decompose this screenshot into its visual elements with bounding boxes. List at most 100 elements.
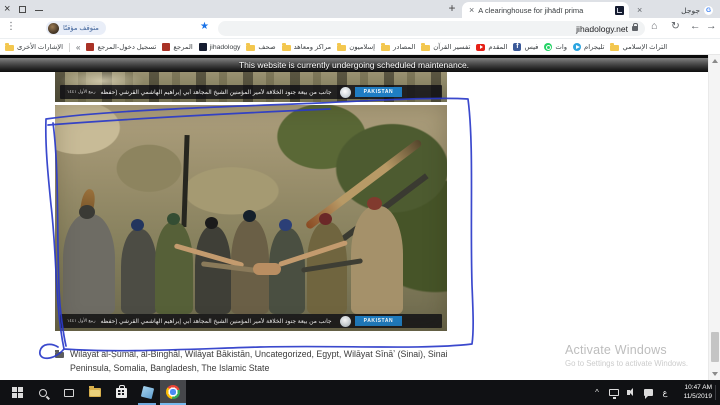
bookmark-item[interactable]: fفيس bbox=[513, 43, 538, 51]
back-icon[interactable]: → bbox=[706, 20, 717, 32]
bookmarks-overflow-chevron[interactable]: « bbox=[76, 43, 80, 52]
rpg-launcher-tube bbox=[321, 173, 428, 256]
taskbar-clock[interactable]: 10:47 AM 11/5/2019 bbox=[684, 384, 712, 401]
bookmark-item[interactable]: التراث الإسلامي bbox=[610, 43, 667, 51]
bookmark-item[interactable]: المقدم bbox=[476, 43, 507, 51]
fighter-head bbox=[243, 210, 256, 222]
tab-title: جوجل bbox=[650, 6, 700, 15]
caption-date-stamp: ربيع الأول ١٤٤١ bbox=[67, 89, 96, 95]
window-close-icon[interactable]: × bbox=[4, 1, 10, 17]
network-tray-button[interactable] bbox=[606, 380, 622, 405]
chrome-icon bbox=[166, 385, 180, 399]
profile-chip[interactable]: متوقف مؤقتًا bbox=[46, 21, 106, 35]
fighter-head bbox=[319, 213, 332, 225]
media-emblem-icon bbox=[340, 87, 351, 98]
store-bag-icon bbox=[116, 388, 127, 398]
bookmark-star-icon[interactable]: ★ bbox=[200, 21, 209, 32]
bookmark-item[interactable]: jihadology bbox=[199, 43, 241, 51]
reload-icon[interactable]: ↻ bbox=[671, 20, 680, 32]
fighter-arm bbox=[301, 258, 363, 273]
bookmark-item[interactable]: مراكز ومعاهد bbox=[282, 43, 332, 51]
bookmark-item[interactable]: وات bbox=[544, 43, 567, 51]
fighter-figure bbox=[195, 226, 231, 314]
file-explorer-button[interactable] bbox=[84, 380, 106, 405]
bookmark-label: المقدم bbox=[488, 43, 507, 51]
window-minimize-icon[interactable] bbox=[35, 10, 43, 11]
post-photo-upper[interactable]: ربيع الأول ١٤٤١ جانب من بيعة جنود الخلاف… bbox=[55, 72, 447, 102]
new-tab-button[interactable]: + bbox=[444, 0, 460, 16]
file-explorer-icon bbox=[89, 388, 101, 397]
chrome-taskbar-button[interactable] bbox=[160, 380, 186, 405]
google-g-icon: G bbox=[704, 6, 713, 15]
desktop-screen: × + × A clearinghouse for jihādī prima ×… bbox=[0, 0, 720, 405]
profile-avatar bbox=[48, 23, 59, 34]
joined-hands bbox=[253, 263, 281, 275]
lock-icon[interactable] bbox=[632, 26, 638, 31]
browser-tab-strip: × + × A clearinghouse for jihādī prima ×… bbox=[0, 0, 720, 18]
fighter-head bbox=[367, 197, 382, 210]
start-button[interactable] bbox=[6, 380, 28, 405]
bookmarks-bar: الإشارات الأخرى « تسجيل دخول-المرجع المر… bbox=[0, 40, 720, 55]
tab-close-icon[interactable]: × bbox=[469, 5, 474, 15]
rpg-launcher bbox=[305, 138, 423, 230]
folder-icon bbox=[381, 45, 390, 51]
category-links-text[interactable]: Wilāyat al-Ṣūmāl, al-Binghāl, Wilāyat Bā… bbox=[70, 348, 459, 375]
scrollbar-down-icon[interactable] bbox=[712, 372, 718, 376]
bookmark-item[interactable]: تفسير القرآن bbox=[421, 43, 470, 51]
taskbar-search-button[interactable] bbox=[32, 380, 54, 405]
bookmark-item[interactable]: المرجع bbox=[162, 43, 192, 51]
tray-chevron-button[interactable]: ^ bbox=[590, 380, 604, 405]
bookmark-item[interactable]: تليجرام bbox=[573, 43, 604, 51]
window-controls: × bbox=[4, 1, 43, 17]
bookmark-item[interactable]: المصادر bbox=[381, 43, 415, 51]
photos-app-button[interactable] bbox=[136, 380, 158, 405]
facebook-icon: f bbox=[513, 43, 521, 51]
volume-tray-button[interactable] bbox=[622, 380, 638, 405]
forward-icon[interactable]: ← bbox=[690, 20, 701, 32]
almarjie-red-icon bbox=[162, 43, 170, 51]
language-label: ع bbox=[663, 388, 668, 397]
jihadology-favicon bbox=[199, 43, 207, 51]
almarjie-red-icon bbox=[86, 43, 94, 51]
windows-logo-icon bbox=[12, 387, 23, 398]
url-text[interactable]: jihadology.net bbox=[576, 24, 628, 34]
bookmark-item[interactable]: صحف bbox=[246, 43, 275, 51]
category-folder-icon bbox=[55, 352, 64, 358]
browser-menu-icon[interactable]: ⋮ bbox=[6, 21, 16, 32]
clock-date: 11/5/2019 bbox=[684, 393, 712, 402]
other-bookmarks-button[interactable]: الإشارات الأخرى bbox=[5, 43, 63, 51]
bookmark-label: المرجع bbox=[173, 43, 192, 51]
language-indicator[interactable]: ع bbox=[658, 380, 672, 405]
bookmark-item[interactable]: إسلاميون bbox=[337, 43, 375, 51]
clock-time: 10:47 AM bbox=[684, 384, 712, 393]
caption-arabic-text: جانب من بيعة جنود الخلافة لأمير المؤمنين… bbox=[100, 318, 332, 325]
photo-caption-bar: ربيع الأول ١٤٤١ جانب من بيعة جنود الخلاف… bbox=[60, 314, 442, 328]
fighter-figure bbox=[269, 228, 305, 314]
bookmark-label: المصادر bbox=[393, 43, 415, 51]
scrollbar-up-icon[interactable] bbox=[712, 59, 718, 63]
other-bookmarks-label: الإشارات الأخرى bbox=[17, 43, 63, 51]
telegram-icon bbox=[573, 43, 581, 51]
scrollbar-thumb[interactable] bbox=[711, 332, 719, 362]
tab-close-icon[interactable]: × bbox=[637, 5, 642, 15]
page-scrollbar[interactable] bbox=[708, 55, 720, 380]
fighter-figure bbox=[351, 206, 403, 314]
post-photo-main[interactable]: ربيع الأول ١٤٤١ جانب من بيعة جنود الخلاف… bbox=[55, 105, 447, 331]
task-view-icon bbox=[64, 389, 74, 397]
tab-jihadology[interactable]: × A clearinghouse for jihādī prima bbox=[462, 2, 629, 18]
photos-app-icon bbox=[140, 386, 153, 399]
window-maximize-icon[interactable] bbox=[19, 6, 26, 13]
task-view-button[interactable] bbox=[58, 380, 80, 405]
bookmarks-divider bbox=[69, 43, 70, 52]
home-icon[interactable]: ⌂ bbox=[651, 20, 657, 32]
address-bar[interactable]: jihadology.net bbox=[218, 21, 645, 36]
show-desktop-divider[interactable] bbox=[715, 385, 716, 400]
page-viewport: This website is currently undergoing sch… bbox=[0, 55, 720, 380]
microsoft-store-button[interactable] bbox=[110, 380, 132, 405]
tab-google[interactable]: × جوجل G bbox=[632, 2, 718, 18]
bookmark-item[interactable]: تسجيل دخول-المرجع bbox=[86, 43, 156, 51]
notification-icon bbox=[644, 389, 653, 396]
bookmark-label: مراكز ومعاهد bbox=[294, 43, 332, 51]
maintenance-banner-text: This website is currently undergoing sch… bbox=[239, 60, 469, 70]
action-center-button[interactable] bbox=[640, 380, 656, 405]
